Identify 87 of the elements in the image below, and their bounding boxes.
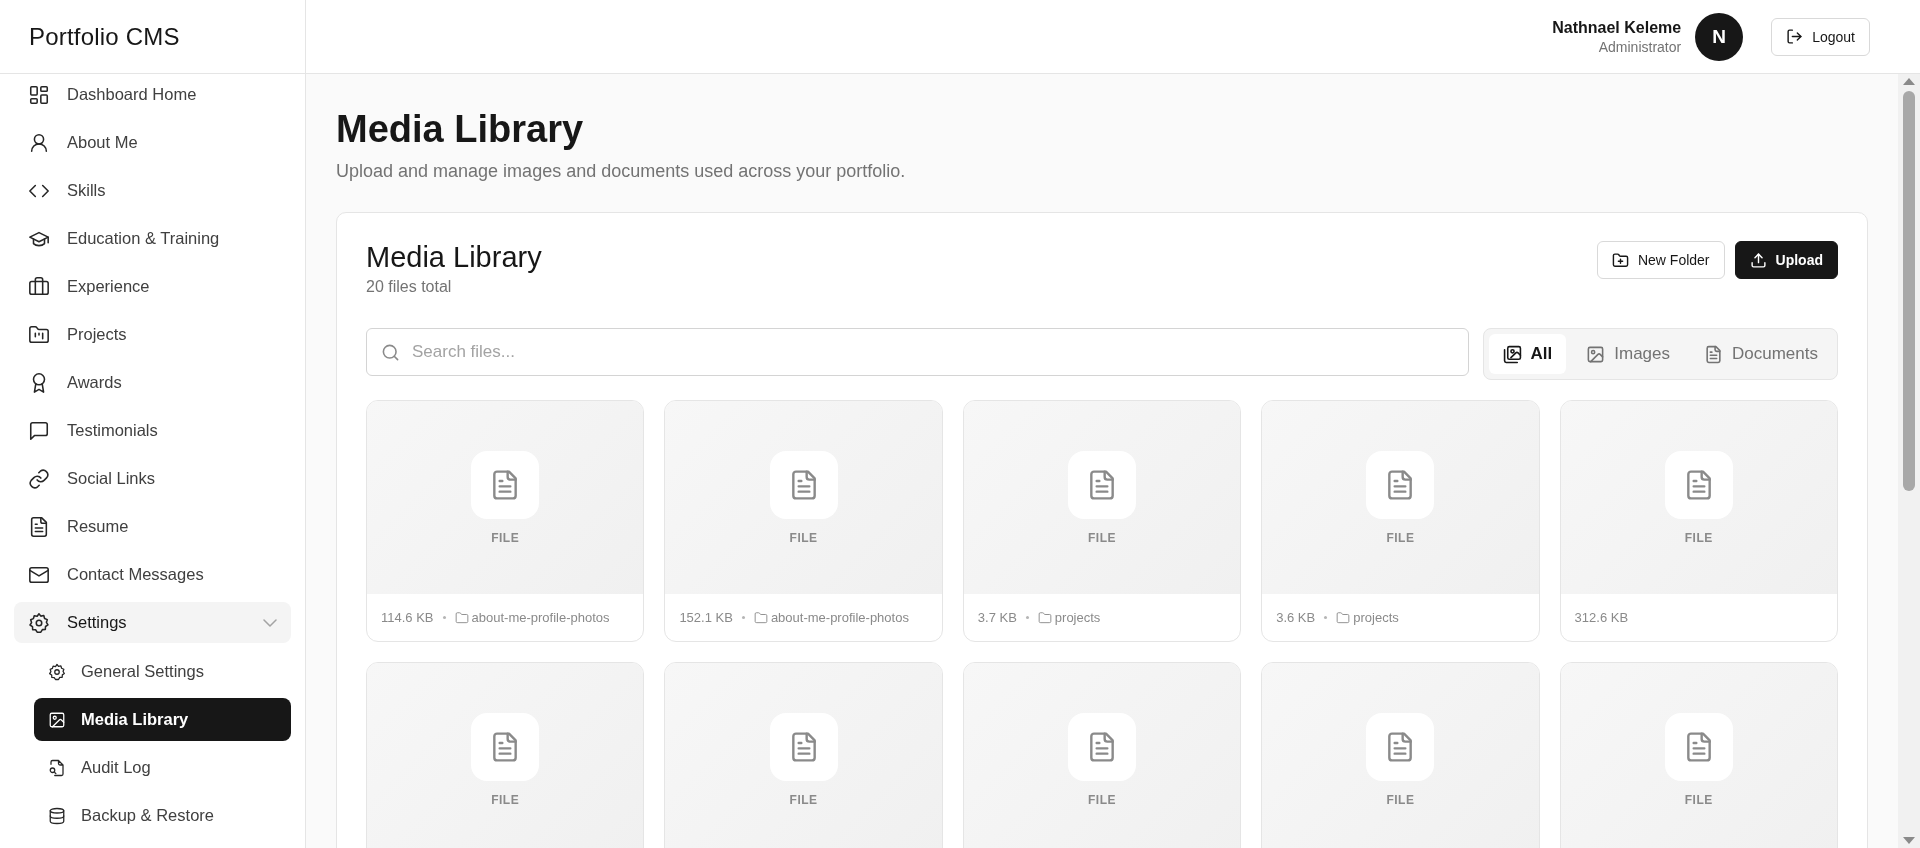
nav-item[interactable]: Dashboard Home bbox=[14, 74, 291, 115]
folder-icon bbox=[1336, 610, 1351, 625]
filter-tab[interactable]: Documents bbox=[1690, 334, 1832, 374]
logout-icon bbox=[1786, 28, 1804, 45]
nav-item[interactable]: Experience bbox=[14, 266, 291, 307]
file-type-label: FILE bbox=[1088, 530, 1116, 545]
file-size: 3.7 KB bbox=[977, 610, 1017, 625]
scrollbar-thumb[interactable] bbox=[1903, 91, 1915, 491]
file-card[interactable]: FILE 152.1 KB about-me-profile-photos bbox=[664, 400, 943, 642]
folder-icon bbox=[1037, 610, 1052, 625]
nav-subitem[interactable]: Backup & Restore bbox=[34, 794, 291, 837]
file-type-label: FILE bbox=[789, 530, 818, 545]
search-icon bbox=[381, 343, 400, 362]
library-title: Media Library bbox=[366, 241, 542, 274]
file-size: 114.6 KB bbox=[381, 610, 434, 625]
folder-name: about-me-profile-photos bbox=[770, 610, 909, 625]
filter-tab[interactable]: Images bbox=[1572, 334, 1684, 374]
folder-icon bbox=[454, 610, 469, 625]
file-card[interactable]: FILE 114.6 KB about-me-profile-photos bbox=[366, 400, 645, 642]
file-type-label: FILE bbox=[1088, 792, 1116, 807]
database-icon bbox=[48, 806, 66, 825]
settings-icon bbox=[48, 662, 66, 681]
avatar[interactable]: N bbox=[1695, 12, 1744, 61]
nav-item[interactable]: Testimonials bbox=[14, 410, 291, 451]
file-card[interactable]: FILE 3.7 KB projects bbox=[962, 400, 1242, 642]
file-size: 312.6 KB bbox=[1574, 610, 1629, 625]
file-type-label: FILE bbox=[1386, 530, 1415, 545]
file-card[interactable]: FILE 312.6 KB bbox=[1559, 400, 1838, 642]
folder-name: about-me-profile-photos bbox=[471, 610, 610, 625]
chevron-down-icon bbox=[263, 618, 277, 627]
upload-button[interactable]: Upload bbox=[1734, 241, 1838, 279]
folder-plus-icon bbox=[1611, 251, 1629, 269]
file-size: 3.6 KB bbox=[1276, 610, 1316, 625]
separator-dot bbox=[1324, 616, 1328, 619]
document-icon bbox=[1704, 344, 1723, 364]
nav-item[interactable]: Resume bbox=[14, 506, 291, 547]
file-type-label: FILE bbox=[491, 792, 520, 807]
brand-title: Portfolio CMS bbox=[29, 22, 180, 51]
folder-icon bbox=[753, 610, 768, 625]
nav-subitem[interactable]: Audit Log bbox=[34, 746, 291, 789]
nav-item[interactable]: Skills bbox=[14, 170, 291, 211]
scrollbar[interactable] bbox=[1898, 74, 1920, 848]
file-type-label: FILE bbox=[491, 530, 520, 545]
file-card[interactable]: FILE 3.6 KB projects bbox=[1261, 400, 1540, 642]
file-type-label: FILE bbox=[1684, 530, 1713, 545]
folder-chart-icon bbox=[28, 323, 50, 346]
file-type-label: FILE bbox=[789, 792, 818, 807]
scroll-down-icon[interactable] bbox=[1903, 837, 1915, 844]
briefcase-icon bbox=[28, 275, 50, 298]
images-icon bbox=[1502, 344, 1522, 364]
new-folder-button[interactable]: New Folder bbox=[1596, 241, 1725, 279]
file-count: 20 files total bbox=[366, 278, 453, 296]
nav-item[interactable]: Awards bbox=[14, 362, 291, 403]
search-field[interactable]: Search files... bbox=[366, 328, 1469, 376]
upload-icon bbox=[1749, 251, 1767, 269]
file-type-label: FILE bbox=[1386, 792, 1415, 807]
nav-item[interactable]: About Me bbox=[14, 122, 291, 163]
user-role: Administrator bbox=[1598, 38, 1682, 55]
logout-button[interactable]: Logout bbox=[1771, 17, 1870, 56]
link-icon bbox=[28, 467, 50, 490]
document-icon bbox=[28, 515, 50, 538]
nav-subitem[interactable]: Media Library bbox=[34, 698, 291, 741]
separator-dot bbox=[741, 616, 745, 619]
separator-dot bbox=[1025, 616, 1029, 619]
page-title: Media Library bbox=[336, 108, 585, 151]
nav-item[interactable]: Projects bbox=[14, 314, 291, 355]
folder-name: projects bbox=[1353, 610, 1399, 625]
nav-item[interactable]: Education & Training bbox=[14, 218, 291, 259]
folder-name: projects bbox=[1054, 610, 1101, 625]
filter-tab[interactable]: All bbox=[1488, 334, 1567, 374]
image-icon bbox=[1586, 344, 1606, 364]
nav-subitem[interactable]: General Settings bbox=[34, 650, 291, 693]
separator-dot bbox=[442, 616, 446, 619]
scroll-up-icon[interactable] bbox=[1903, 78, 1915, 85]
file-size: 152.1 KB bbox=[679, 610, 733, 625]
settings-icon bbox=[28, 611, 50, 634]
message-icon bbox=[28, 419, 50, 442]
page-subtitle: Upload and manage images and documents used across your portfolio. bbox=[336, 161, 907, 182]
file-search-icon bbox=[48, 758, 66, 777]
file-type-label: FILE bbox=[1684, 792, 1713, 807]
user-icon bbox=[28, 131, 50, 154]
nav-item[interactable]: Social Links bbox=[14, 458, 291, 499]
grid-icon bbox=[28, 83, 50, 106]
user-name: Nathnael Keleme bbox=[1552, 18, 1682, 37]
image-icon bbox=[48, 710, 66, 729]
nav-item[interactable]: Settings bbox=[14, 602, 291, 643]
nav-item[interactable]: Contact Messages bbox=[14, 554, 291, 595]
